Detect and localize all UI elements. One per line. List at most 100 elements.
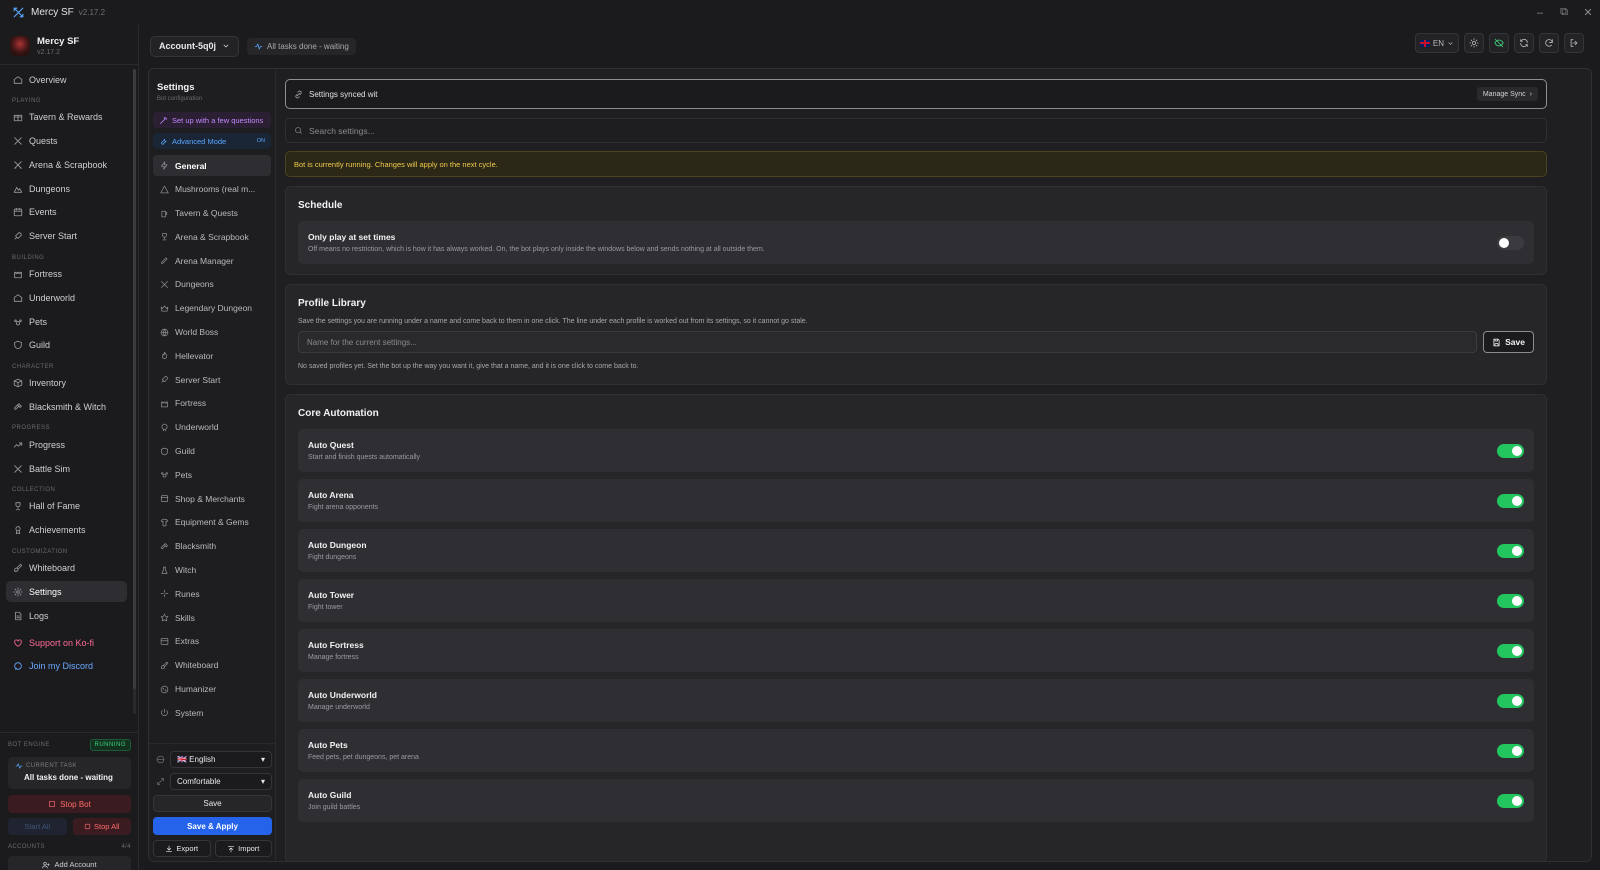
settings-nav-general[interactable]: General [153, 155, 271, 176]
sidebar-item-events[interactable]: Events [6, 202, 127, 223]
sidebar-item-discord[interactable]: Join my Discord [6, 656, 127, 677]
sidebar-scrollbar[interactable] [133, 69, 136, 714]
save-apply-button[interactable]: Save & Apply [153, 817, 272, 835]
sidebar-item-overview[interactable]: Overview [6, 69, 127, 90]
settings-nav-system[interactable]: System [153, 702, 271, 723]
warning-icon [160, 185, 169, 194]
auto-pets-toggle[interactable] [1497, 743, 1524, 758]
save-button[interactable]: Save [153, 795, 272, 812]
sidebar-item-inventory[interactable]: Inventory [6, 373, 127, 394]
settings-nav-equipment[interactable]: Equipment & Gems [153, 512, 271, 533]
sidebar-item-fortress[interactable]: Fortress [6, 264, 127, 285]
settings-nav-mushrooms[interactable]: Mushrooms (real m... [153, 179, 271, 200]
start-all-button[interactable]: Start All [8, 818, 67, 835]
stop-all-button[interactable]: Stop All [72, 818, 131, 835]
auto-underworld-toggle[interactable] [1497, 693, 1524, 708]
setting-row-title: Auto Guild [308, 790, 352, 800]
settings-nav-world-boss[interactable]: World Boss [153, 322, 271, 343]
profile-name-field [298, 331, 1478, 353]
home-icon [13, 293, 23, 303]
setup-wizard-button[interactable]: Set up with a few questions [153, 112, 271, 128]
settings-nav-dungeons[interactable]: Dungeons [153, 274, 271, 295]
sidebar-item-pets[interactable]: Pets [6, 311, 127, 332]
sidebar-item-dungeons[interactable]: Dungeons [6, 178, 127, 199]
profile-name-input[interactable] [307, 337, 1469, 347]
account-select[interactable]: Account-5q0j [150, 35, 240, 57]
advanced-mode-state: ON [256, 138, 265, 144]
sidebar-item-underworld[interactable]: Underworld [6, 287, 127, 308]
close-button[interactable]: ✕ [1576, 0, 1600, 25]
sidebar-item-quests[interactable]: Quests [6, 131, 127, 152]
auto-fortress-toggle[interactable] [1497, 643, 1524, 658]
castle-icon [160, 399, 169, 408]
auto-quest-toggle[interactable] [1497, 443, 1524, 458]
settings-nav-whiteboard[interactable]: Whiteboard [153, 655, 271, 676]
sidebar-scroll-thumb[interactable] [133, 69, 136, 689]
save-profile-button[interactable]: Save [1483, 331, 1534, 353]
search-bar [285, 118, 1547, 143]
sidebar-item-kofi[interactable]: Support on Ko-fi [6, 632, 127, 653]
sync-button[interactable] [1514, 33, 1534, 53]
density-select[interactable]: Comfortable ▾ [170, 773, 272, 790]
minimize-button[interactable]: – [1528, 0, 1552, 25]
advanced-mode-toggle[interactable]: Advanced Mode ON [153, 133, 271, 149]
language-select[interactable]: 🇬🇧 English ▾ [170, 751, 272, 768]
import-button[interactable]: Import [214, 840, 272, 857]
accounts-row[interactable]: ACCOUNTS 4/4 [8, 844, 131, 850]
brand-name: Mercy SF [37, 35, 80, 47]
settings-nav-runes[interactable]: Runes [153, 583, 271, 604]
settings-nav-legendary-dungeon[interactable]: Legendary Dungeon [153, 298, 271, 319]
settings-nav-tavern[interactable]: Tavern & Quests [153, 203, 271, 224]
settings-content: Settings synced wit Manage Sync› Bot is … [285, 79, 1547, 861]
auto-arena-toggle[interactable] [1497, 493, 1524, 508]
sidebar-item-hall-of-fame[interactable]: Hall of Fame [6, 496, 127, 517]
accounts-label: ACCOUNTS [8, 844, 45, 850]
settings-nav-pets[interactable]: Pets [153, 464, 271, 485]
settings-nav-arena[interactable]: Arena & Scrapbook [153, 226, 271, 247]
settings-nav-fortress[interactable]: Fortress [153, 393, 271, 414]
logout-button[interactable] [1564, 33, 1584, 53]
current-task-card: CURRENT TASK All tasks done - waiting [8, 757, 131, 789]
auto-tower-toggle[interactable] [1497, 593, 1524, 608]
manage-sync-button[interactable]: Manage Sync › [1476, 87, 1538, 101]
sidebar-item-progress[interactable]: Progress [6, 434, 127, 455]
sidebar-item-blacksmith[interactable]: Blacksmith & Witch [6, 397, 127, 418]
schedule-toggle[interactable] [1497, 235, 1524, 250]
settings-nav-skills[interactable]: Skills [153, 607, 271, 628]
sidebar-item-arena[interactable]: Arena & Scrapbook [6, 154, 127, 175]
search-input[interactable] [309, 125, 1538, 136]
sidebar-item-battle-sim[interactable]: Battle Sim [6, 458, 127, 479]
settings-nav-server-start[interactable]: Server Start [153, 369, 271, 390]
theme-toggle-button[interactable] [1464, 33, 1484, 53]
settings-nav: Settings Bot configuration Set up with a… [149, 69, 276, 861]
settings-nav-humanizer[interactable]: Humanizer [153, 679, 271, 700]
sidebar-item-whiteboard[interactable]: Whiteboard [6, 558, 127, 579]
stop-bot-button[interactable]: Stop Bot [8, 795, 131, 813]
flame-icon [160, 351, 169, 360]
settings-nav-guild[interactable]: Guild [153, 441, 271, 462]
auto-dungeon-toggle[interactable] [1497, 543, 1524, 558]
paw-icon [13, 317, 23, 327]
maximize-button[interactable]: ⧉ [1552, 0, 1576, 25]
settings-nav-hellevator[interactable]: Hellevator [153, 345, 271, 366]
flask-icon [160, 566, 169, 575]
sidebar-item-achievements[interactable]: Achievements [6, 520, 127, 541]
auto-guild-toggle[interactable] [1497, 793, 1524, 808]
sidebar-item-tavern[interactable]: Tavern & Rewards [6, 107, 127, 128]
sidebar-item-server-start[interactable]: Server Start [6, 226, 127, 247]
visibility-toggle-button[interactable] [1489, 33, 1509, 53]
settings-nav-extras[interactable]: Extras [153, 631, 271, 652]
settings-nav-witch[interactable]: Witch [153, 560, 271, 581]
add-account-button[interactable]: Add Account [8, 856, 131, 870]
activity-icon [15, 762, 23, 770]
settings-nav-arena-manager[interactable]: Arena Manager [153, 250, 271, 271]
sidebar-item-logs[interactable]: Logs [6, 605, 127, 626]
settings-nav-underworld[interactable]: Underworld [153, 417, 271, 438]
reload-button[interactable] [1539, 33, 1559, 53]
language-button[interactable]: EN [1415, 33, 1459, 53]
settings-nav-blacksmith[interactable]: Blacksmith [153, 536, 271, 557]
sidebar-item-guild[interactable]: Guild [6, 335, 127, 356]
sidebar-item-settings[interactable]: Settings [6, 581, 127, 603]
settings-nav-shop[interactable]: Shop & Merchants [153, 488, 271, 509]
export-button[interactable]: Export [153, 840, 211, 857]
